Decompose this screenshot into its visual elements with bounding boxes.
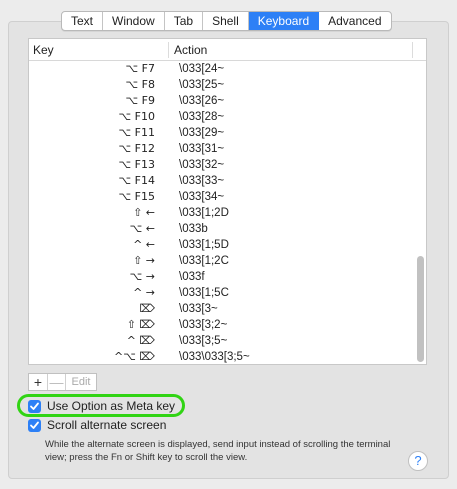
table-row[interactable]: ^ → \033[1;5C	[29, 285, 426, 301]
key-cell: ⌥ F12	[118, 142, 156, 155]
action-cell: \033[3;2~	[179, 319, 228, 331]
key-cell: ⌦	[139, 302, 155, 315]
tab-bar: Text Window Tab Shell Keyboard Advanced	[61, 11, 392, 31]
action-cell: \033[29~	[179, 127, 225, 139]
key-cell: ⇧ ⌦	[126, 318, 155, 331]
tab-advanced[interactable]: Advanced	[319, 12, 390, 30]
checkmark-icon	[30, 421, 39, 429]
tab-tab[interactable]: Tab	[165, 12, 204, 30]
table-row[interactable]: ⌥ → \033f	[29, 269, 426, 285]
key-cell: ⌥ F13	[118, 158, 156, 171]
add-button[interactable]: +	[29, 374, 48, 390]
action-cell: \033[1;2D	[179, 207, 229, 219]
tab-shell[interactable]: Shell	[203, 12, 249, 30]
table-row[interactable]: ⌥ F7 \033[24~	[29, 61, 426, 77]
key-cell: ^ ←	[133, 238, 155, 251]
key-cell: ⌥ F14	[118, 174, 156, 187]
scroll-alt-option[interactable]: Scroll alternate screen	[28, 418, 166, 432]
table-header: Key Action	[29, 39, 426, 61]
table-row[interactable]: ^ ← \033[1;5D	[29, 237, 426, 253]
column-header-action[interactable]: Action	[174, 39, 207, 61]
action-cell: \033[25~	[179, 79, 225, 91]
action-cell: \033b	[179, 223, 208, 235]
table-row[interactable]: ⌥ F14 \033[33~	[29, 173, 426, 189]
action-cell: \033[34~	[179, 191, 225, 203]
vertical-scrollbar[interactable]	[417, 256, 424, 362]
action-cell: \033[1;2C	[179, 255, 229, 267]
action-cell: \033[28~	[179, 111, 225, 123]
table-row[interactable]: ^⌥ ⌦ \033\033[3;5~	[29, 349, 426, 364]
column-divider	[168, 42, 169, 58]
table-row[interactable]: ⇧ ← \033[1;2D	[29, 205, 426, 221]
action-cell: \033[31~	[179, 143, 225, 155]
key-cell: ⇧ →	[133, 254, 155, 267]
key-cell: ^ ⌦	[126, 334, 155, 347]
key-cell: ^⌥ ⌦	[114, 350, 155, 363]
table-row[interactable]: ⌥ ← \033b	[29, 221, 426, 237]
key-cell: ⌥ F10	[118, 110, 156, 123]
table-row[interactable]: ⌥ F11 \033[29~	[29, 125, 426, 141]
checkmark-icon	[30, 402, 39, 410]
key-cell: ⌥ F9	[125, 94, 156, 107]
table-row[interactable]: ⌥ F8 \033[25~	[29, 77, 426, 93]
key-cell: ⌥ →	[129, 270, 155, 283]
action-cell: \033[33~	[179, 175, 225, 187]
meta-key-label: Use Option as Meta key	[47, 399, 176, 413]
column-header-key[interactable]: Key	[33, 39, 54, 61]
table-row[interactable]: ⇧ → \033[1;2C	[29, 253, 426, 269]
action-cell: \033f	[179, 271, 205, 283]
table-row[interactable]: ⌥ F9 \033[26~	[29, 93, 426, 109]
table-body: ⌥ F7 \033[24~ ⌥ F8 \033[25~ ⌥ F9 \033[26~ ⌥ F1…	[29, 61, 426, 364]
action-cell: \033[1;5D	[179, 239, 229, 251]
meta-key-option[interactable]: Use Option as Meta key	[28, 399, 175, 413]
table-row[interactable]: ⌥ F12 \033[31~	[29, 141, 426, 157]
table-row[interactable]: ⌥ F13 \033[32~	[29, 157, 426, 173]
edit-button[interactable]: Edit	[66, 374, 96, 390]
help-button[interactable]: ?	[408, 451, 428, 471]
key-cell: ⌥ F15	[118, 190, 156, 203]
action-cell: \033[3;5~	[179, 335, 228, 347]
scroll-alt-checkbox[interactable]	[28, 418, 41, 432]
table-row[interactable]: ⌥ F15 \033[34~	[29, 189, 426, 205]
action-cell: \033[3~	[179, 303, 218, 315]
column-divider	[412, 42, 413, 58]
table-row[interactable]: ⌥ F10 \033[28~	[29, 109, 426, 125]
action-cell: \033[1;5C	[179, 287, 229, 299]
action-cell: \033[32~	[179, 159, 225, 171]
key-cell: ⌥ F11	[118, 126, 156, 139]
key-cell: ⌥ F7	[125, 62, 156, 75]
key-cell: ⇧ ←	[133, 206, 155, 219]
table-row[interactable]: ⇧ ⌦ \033[3;2~	[29, 317, 426, 333]
scroll-alt-label: Scroll alternate screen	[47, 418, 167, 432]
key-mapping-table: Key Action ⌥ F7 \033[24~ ⌥ F8 \033[25~ ⌥ F9 \…	[28, 38, 427, 365]
action-cell: \033[24~	[179, 63, 225, 75]
tab-text[interactable]: Text	[62, 12, 104, 30]
key-cell: ⌥ F8	[125, 78, 156, 91]
key-cell: ⌥ ←	[129, 222, 155, 235]
tab-window[interactable]: Window	[103, 12, 165, 30]
remove-button[interactable]: —	[48, 374, 66, 390]
action-cell: \033\033[3;5~	[179, 351, 250, 363]
tab-keyboard[interactable]: Keyboard	[248, 12, 320, 30]
table-button-bar: + — Edit	[28, 373, 97, 391]
action-cell: \033[26~	[179, 95, 225, 107]
key-cell: ^ →	[133, 286, 155, 299]
table-row[interactable]: ^ ⌦ \033[3;5~	[29, 333, 426, 349]
scroll-alt-description: While the alternate screen is displayed,…	[45, 439, 391, 463]
meta-key-checkbox[interactable]	[28, 399, 41, 413]
table-row[interactable]: ⌦ \033[3~	[29, 301, 426, 317]
